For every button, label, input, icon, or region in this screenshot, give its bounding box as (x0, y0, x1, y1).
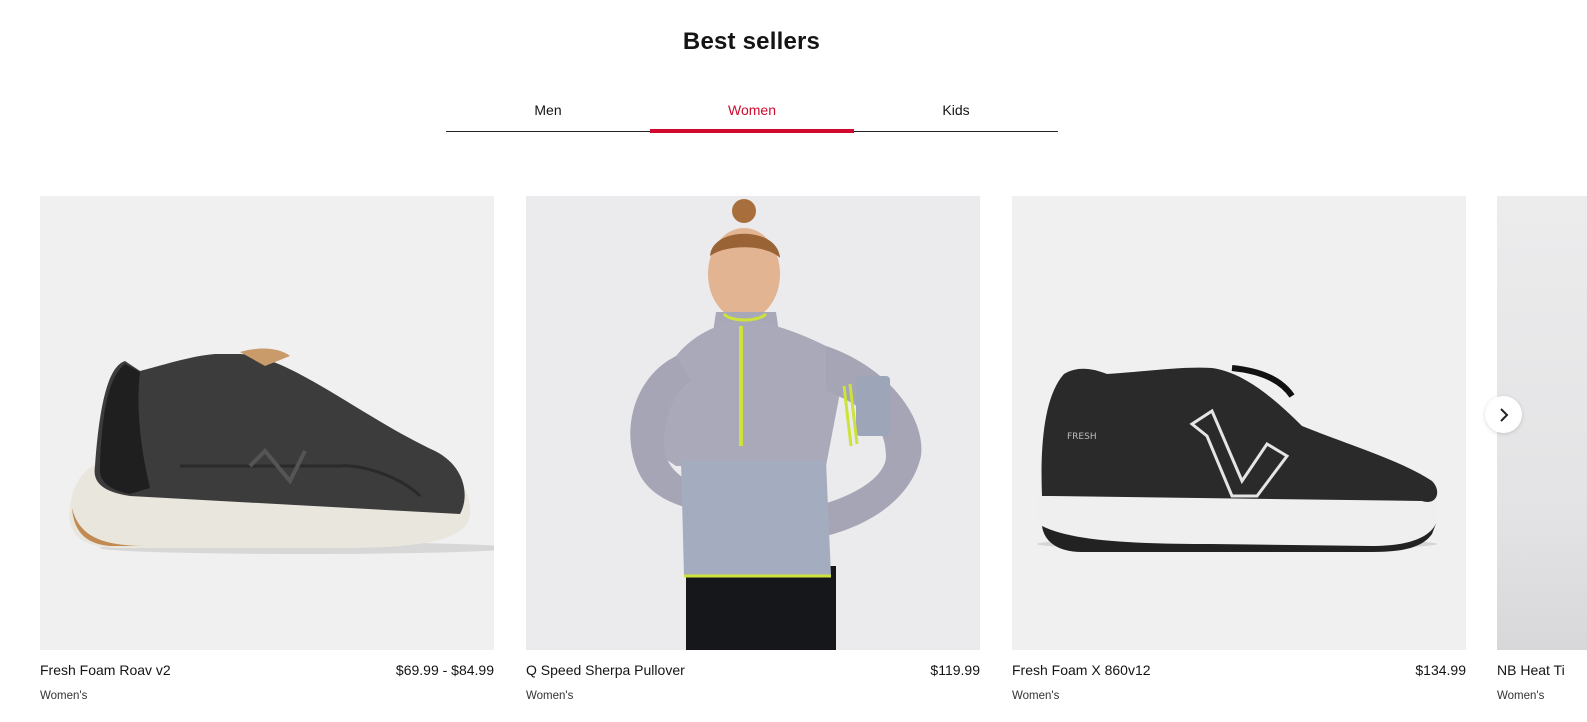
tab-men[interactable]: Men (446, 90, 650, 131)
shoe-image (69, 348, 494, 554)
product-name[interactable]: Fresh Foam X 860v12 (1012, 662, 1151, 678)
product-price: $134.99 (1415, 662, 1466, 678)
product-carousel: Fresh Foam Roav v2 $69.99 - $84.99 Women… (0, 196, 1587, 722)
product-card-fresh-foam-x-860[interactable]: FRESH Fresh Foam X 860v12 $134.99 Women'… (1012, 196, 1466, 714)
shoe-image: FRESH (1036, 365, 1439, 552)
product-name[interactable]: Fresh Foam Roav v2 (40, 662, 171, 678)
svg-text:FRESH: FRESH (1067, 432, 1097, 442)
product-info: Q Speed Sherpa Pullover $119.99 Women's (526, 650, 980, 714)
carousel-next-button[interactable] (1485, 396, 1522, 433)
tab-women[interactable]: Women (650, 90, 854, 133)
product-category: Women's (526, 690, 574, 702)
product-image[interactable] (40, 196, 494, 650)
product-info: Fresh Foam Roav v2 $69.99 - $84.99 Women… (40, 650, 494, 714)
product-category: Women's (1012, 690, 1060, 702)
product-info: Fresh Foam X 860v12 $134.99 Women's (1012, 650, 1466, 714)
product-price: $119.99 (930, 662, 980, 678)
product-price: $69.99 - $84.99 (395, 662, 494, 678)
product-card-fresh-foam-roav[interactable]: Fresh Foam Roav v2 $69.99 - $84.99 Women… (40, 196, 494, 714)
chevron-right-icon (1499, 407, 1508, 422)
pullover-image (630, 199, 922, 650)
product-info: NB Heat Ti Women's (1497, 650, 1587, 714)
product-image[interactable] (526, 196, 980, 650)
category-tabs: Men Women Kids (446, 90, 1058, 133)
tab-kids[interactable]: Kids (854, 90, 1058, 131)
product-category: Women's (40, 690, 88, 702)
product-card-nb-heat[interactable]: NB Heat Ti Women's (1497, 196, 1587, 714)
product-image[interactable]: FRESH (1012, 196, 1466, 650)
product-category: Women's (1497, 690, 1545, 702)
product-card-q-speed-sherpa[interactable]: Q Speed Sherpa Pullover $119.99 Women's (526, 196, 980, 714)
product-name[interactable]: NB Heat Ti (1497, 662, 1565, 678)
best-sellers-title: Best sellers (682, 28, 821, 55)
product-name[interactable]: Q Speed Sherpa Pullover (526, 662, 685, 678)
